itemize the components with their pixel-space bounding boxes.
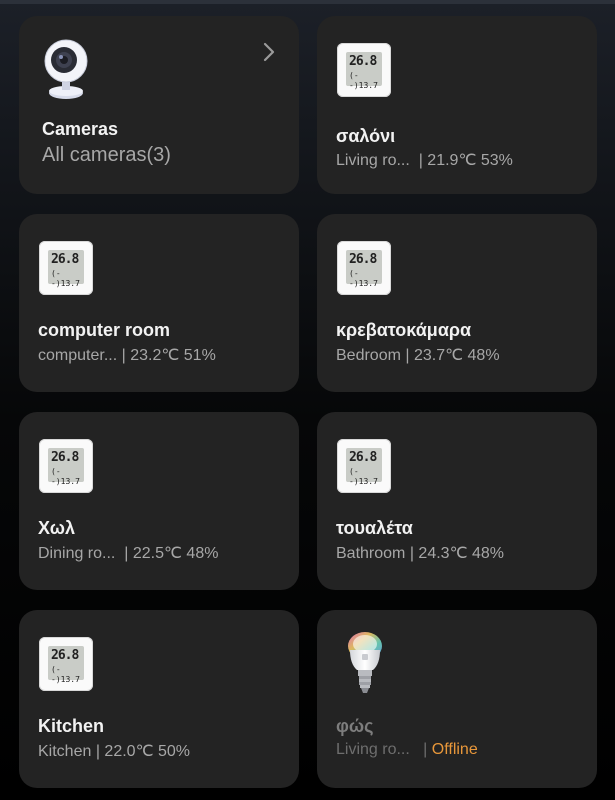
card-title: Kitchen [38,716,105,736]
sensor-reading: | 23.2℃ 51% [121,347,216,364]
device-card[interactable]: 26.8 (--)13.7 κρεβατοκάμαρα Bedroom | 23.… [317,214,597,392]
device-card[interactable]: 26.8 (--)13.7 Kitchen Kitchen | 22.0℃ 50% [19,610,299,788]
card-subtitle: computer... | 23.2℃ 51% [38,345,216,365]
card-title: Cameras [42,119,119,139]
card-subtitle: Bedroom | 23.7℃ 48% [336,345,500,365]
card-subtitle: All cameras(3) [42,144,171,166]
thermometer-icon: 26.8 (--)13.7 [39,439,95,495]
sensor-reading: | 23.7℃ 48% [405,347,500,364]
card-subtitle: Living ro... | Offline [336,741,478,759]
cameras-card[interactable]: Cameras All cameras(3) [19,16,299,194]
device-card[interactable]: 26.8 (--)13.7 computer room computer... |… [19,214,299,392]
card-title: σαλόνι [336,126,396,146]
bulb-icon [343,630,387,700]
card-title: computer room [38,320,171,340]
thermometer-icon: 26.8 (--)13.7 [337,43,393,99]
device-card[interactable]: 26.8 (--)13.7 τουαλέτα Bathroom | 24.3℃ 4… [317,412,597,590]
room-name: Living ro... [336,741,410,758]
device-card-offline[interactable]: φώς Living ro... | Offline [317,610,597,788]
device-card[interactable]: 26.8 (--)13.7 σαλόνι Living ro... | 21.9℃… [317,16,597,194]
sensor-reading: | 21.9℃ 53% [418,152,513,169]
room-name: Dining ro... [38,545,116,562]
card-subtitle: Kitchen | 22.0℃ 50% [38,741,190,761]
card-title: κρεβατοκάμαρα [336,320,472,340]
card-title: τουαλέτα [336,518,413,538]
thermometer-icon: 26.8 (--)13.7 [39,241,95,297]
card-title: Χωλ [38,518,75,538]
chevron-right-icon[interactable] [261,40,277,64]
thermometer-icon: 26.8 (--)13.7 [39,637,95,693]
room-name: Bathroom [336,545,406,562]
device-grid: Cameras All cameras(3) 26.8 (--)13.7 σαλό… [19,16,597,788]
camera-icon [41,38,91,100]
room-name: computer... [38,347,118,364]
card-subtitle: Bathroom | 24.3℃ 48% [336,543,504,563]
thermometer-icon: 26.8 (--)13.7 [337,439,393,495]
room-name: Bedroom [336,347,401,364]
device-card[interactable]: 26.8 (--)13.7 Χωλ Dining ro... | 22.5℃ 48… [19,412,299,590]
room-name: Kitchen [38,743,92,760]
sensor-reading: | 22.5℃ 48% [124,545,219,562]
top-bar [0,0,615,4]
sensor-separator: | [423,741,428,758]
card-subtitle: Living ro... | 21.9℃ 53% [336,150,513,170]
offline-status: Offline [431,741,478,758]
card-subtitle: Dining ro... | 22.5℃ 48% [38,543,218,563]
sensor-reading: | 22.0℃ 50% [95,743,191,760]
sensor-reading: | 24.3℃ 48% [409,545,505,562]
card-title: φώς [336,716,374,736]
room-name: Living ro... [336,152,410,169]
thermometer-icon: 26.8 (--)13.7 [337,241,393,297]
